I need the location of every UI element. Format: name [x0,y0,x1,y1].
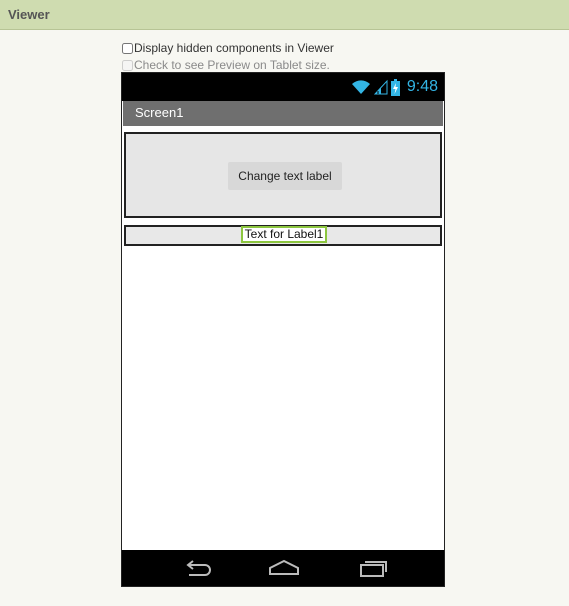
back-icon[interactable] [178,556,214,580]
tablet-preview-option: Check to see Preview on Tablet size. [122,57,330,73]
label1[interactable]: Text for Label1 [241,226,327,243]
viewer-header: Viewer [0,0,569,30]
battery-icon [390,78,400,96]
screen-title: Screen1 [135,105,184,120]
label-arrangement[interactable]: Text for Label1 [124,225,442,246]
show-hidden-checkbox[interactable] [122,42,133,54]
home-icon[interactable] [266,556,302,580]
tablet-preview-checkbox [122,59,133,71]
status-bar: 9:48 [122,73,444,101]
status-time: 9:48 [406,78,438,95]
show-hidden-option[interactable]: Display hidden components in Viewer [122,40,334,56]
signal-icon [373,79,388,95]
viewer-title: Viewer [8,7,50,22]
recent-apps-icon[interactable] [355,556,391,580]
show-hidden-label: Display hidden components in Viewer [134,41,334,55]
horizontal-arrangement[interactable]: Change text label [124,132,442,218]
tablet-preview-label: Check to see Preview on Tablet size. [134,58,330,72]
screen-title-bar: Screen1 [123,101,443,126]
phone-preview: 9:48 Screen1 Change text label Text for … [121,72,445,587]
navigation-bar [122,550,444,586]
wifi-icon [351,80,370,94]
change-text-label-button[interactable]: Change text label [228,162,342,190]
